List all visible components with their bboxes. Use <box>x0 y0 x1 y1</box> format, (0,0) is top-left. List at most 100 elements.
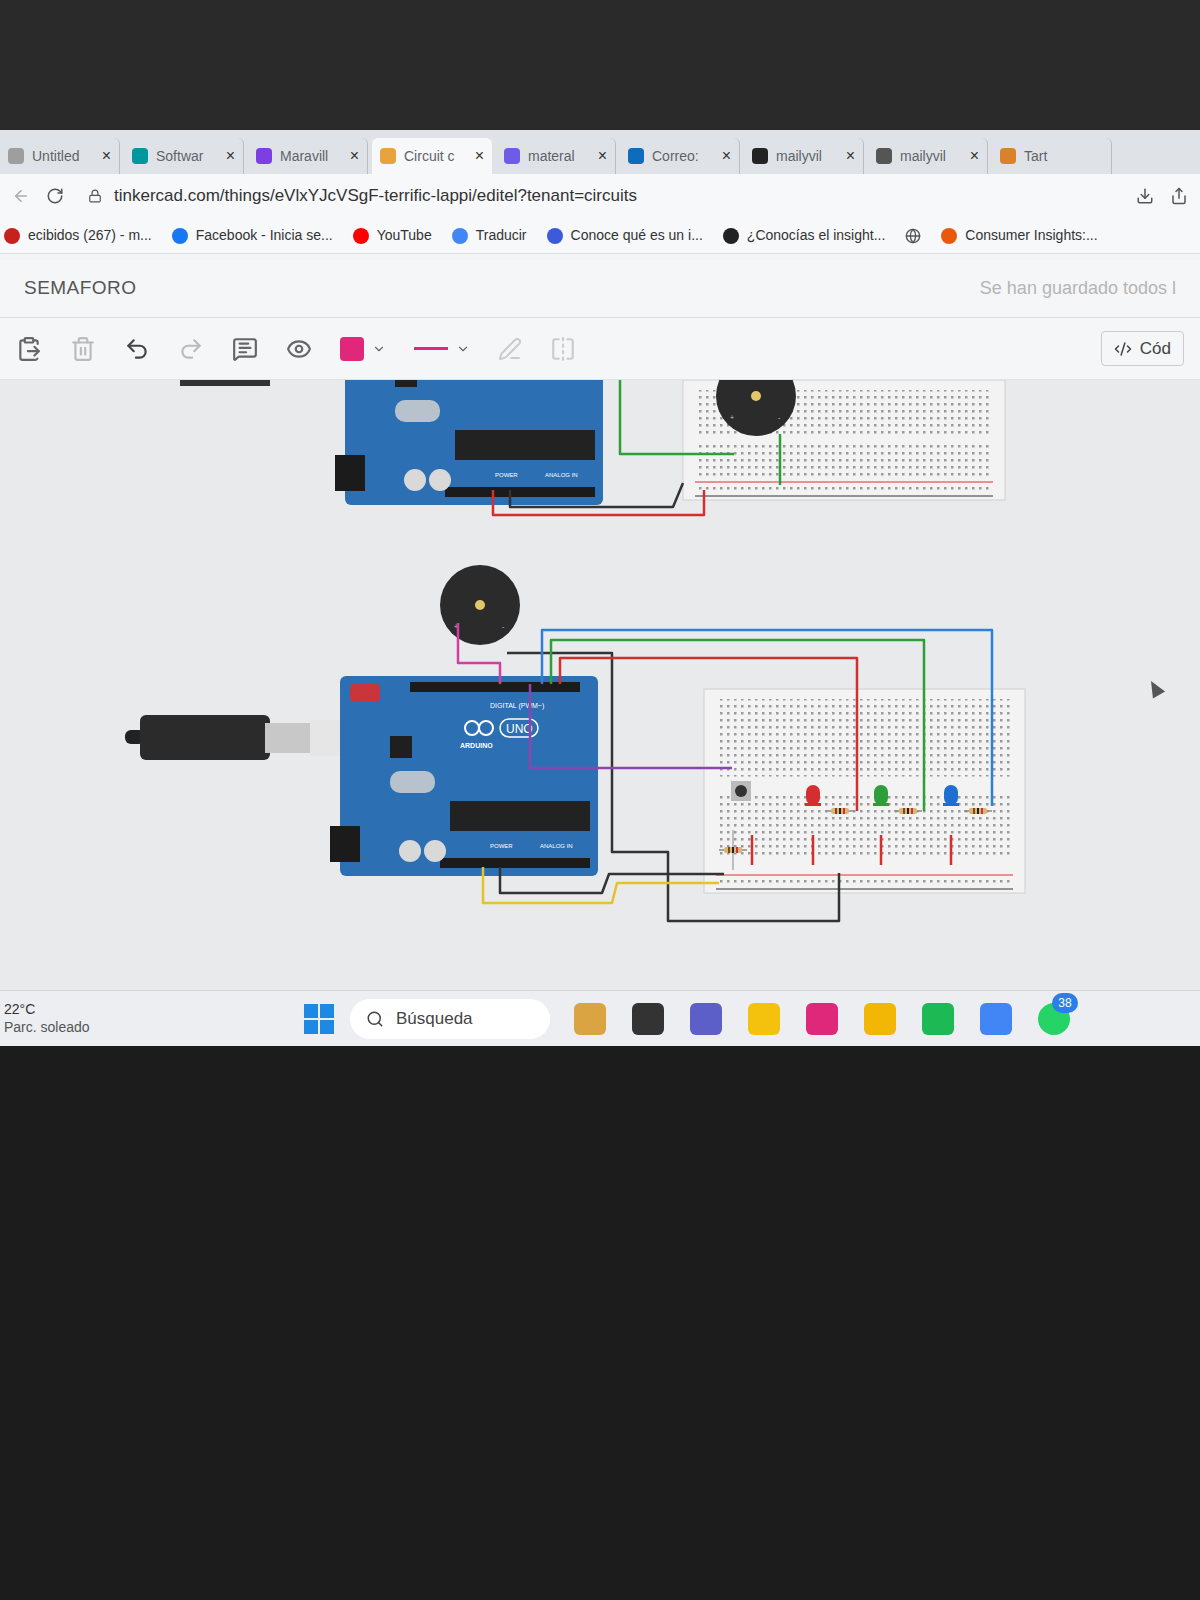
code-button[interactable]: Cód <box>1101 331 1184 367</box>
windows-start-icon[interactable] <box>304 1004 334 1034</box>
analog-label: ANALOG IN <box>540 843 573 849</box>
color-swatch <box>340 337 364 361</box>
tab-favicon-icon <box>628 148 644 164</box>
bookmark-icon <box>723 228 739 244</box>
tab-close[interactable]: × <box>838 144 855 168</box>
bookmark[interactable]: Conoce qué es un i... <box>547 225 703 246</box>
tab-label: mailyvil <box>776 146 822 167</box>
bookmark[interactable]: YouTube <box>353 225 432 246</box>
bookmark[interactable]: Traducir <box>452 225 527 246</box>
browser-tab[interactable]: Maravill× <box>248 138 368 174</box>
browser-tab[interactable]: Circuit c× <box>372 138 492 174</box>
back-icon[interactable] <box>12 187 30 205</box>
code-icon <box>1114 340 1132 358</box>
tab-close[interactable]: × <box>218 144 235 168</box>
bookmark[interactable]: Facebook - Inicia se... <box>172 225 333 246</box>
tab-strip: Untitled×Softwar×Maravill×Circuit c×mate… <box>0 130 1200 174</box>
tab-favicon-icon <box>132 148 148 164</box>
tab-favicon-icon <box>876 148 892 164</box>
wire[interactable] <box>483 867 719 903</box>
bookmark-icon <box>452 228 468 244</box>
wire[interactable] <box>530 684 732 768</box>
url-field[interactable]: tinkercad.com/things/eVlxYJcVSgF-terrifi… <box>80 183 1120 209</box>
wire[interactable] <box>507 653 839 921</box>
bookmark-icon <box>941 228 957 244</box>
led[interactable] <box>943 785 959 865</box>
note-icon[interactable] <box>232 336 258 362</box>
undo-icon[interactable] <box>124 336 150 362</box>
power-label: POWER <box>495 472 518 478</box>
browser-tab[interactable]: Correo:× <box>620 138 740 174</box>
bookmark[interactable]: ¿Conocías el insight... <box>723 225 886 246</box>
wire[interactable] <box>510 483 683 507</box>
piezo-buzzer[interactable]: +- <box>440 565 520 645</box>
tab-close[interactable]: × <box>962 144 979 168</box>
app-icon[interactable] <box>806 1003 838 1035</box>
browser-tab[interactable]: Untitled × <box>0 138 120 174</box>
resistor[interactable] <box>719 847 747 853</box>
design-title[interactable]: SEMAFORO <box>24 274 137 303</box>
browser-tab[interactable]: Softwar× <box>124 138 244 174</box>
trash-icon[interactable] <box>70 336 96 362</box>
app-icon[interactable] <box>574 1003 606 1035</box>
circuit-canvas[interactable]: POWERANALOG IN+-DIGITAL (PWM~)UNOARDUINO… <box>0 380 1200 990</box>
globe-icon[interactable] <box>905 228 921 244</box>
laptop-keyboard <box>0 1046 1200 1600</box>
fill-color-picker[interactable] <box>340 337 386 361</box>
wire[interactable] <box>620 380 734 454</box>
push-button[interactable] <box>731 781 751 801</box>
share-icon[interactable] <box>1170 187 1188 205</box>
wire[interactable] <box>458 623 500 684</box>
led[interactable] <box>805 785 821 865</box>
rotate-icon[interactable] <box>498 337 522 361</box>
led[interactable] <box>873 785 889 865</box>
reload-icon[interactable] <box>46 187 64 205</box>
tab-close[interactable]: × <box>342 144 359 168</box>
app-icon[interactable] <box>690 1003 722 1035</box>
flip-icon[interactable] <box>550 336 576 362</box>
resistor[interactable] <box>894 808 922 814</box>
piezo-buzzer[interactable]: +- <box>716 380 796 436</box>
svg-text:ARDUINO: ARDUINO <box>460 742 493 749</box>
wire[interactable] <box>500 867 724 893</box>
line-style-picker[interactable] <box>414 342 470 356</box>
resistor[interactable] <box>964 808 992 814</box>
app-icon[interactable] <box>922 1003 954 1035</box>
analog-label: ANALOG IN <box>545 472 578 478</box>
taskbar-search[interactable]: Búsqueda <box>350 999 550 1039</box>
browser-tab[interactable]: mailyvil × <box>744 138 864 174</box>
paste-icon[interactable] <box>16 336 42 362</box>
bookmark[interactable]: Consumer Insights:... <box>941 225 1097 246</box>
tab-close[interactable]: × <box>590 144 607 168</box>
breadboard[interactable] <box>704 689 1025 893</box>
line-swatch <box>414 347 448 350</box>
arduino-board[interactable]: POWER ANALOG IN <box>335 380 603 505</box>
wire[interactable] <box>779 434 782 485</box>
arduino-board[interactable]: DIGITAL (PWM~)UNOARDUINOPOWERANALOG IN <box>330 676 598 876</box>
whatsapp-app[interactable]: 38 <box>1038 1003 1070 1035</box>
app-icon[interactable] <box>748 1003 780 1035</box>
tab-close[interactable]: × <box>94 144 111 168</box>
tab-label: Untitled <box>32 146 79 167</box>
app-icon[interactable] <box>980 1003 1012 1035</box>
usb-cable[interactable] <box>125 715 345 760</box>
visibility-icon[interactable] <box>286 336 312 362</box>
app-icon[interactable] <box>864 1003 896 1035</box>
resistor[interactable] <box>826 808 854 814</box>
browser-tab[interactable]: Tart <box>992 138 1112 174</box>
wire[interactable] <box>560 658 857 811</box>
svg-text:-: - <box>502 623 505 630</box>
taskbar-apps: 38 <box>574 1003 1070 1035</box>
app-icon[interactable] <box>632 1003 664 1035</box>
install-icon[interactable] <box>1136 187 1154 205</box>
bookmark[interactable]: ecibidos (267) - m... <box>4 225 152 246</box>
wire[interactable] <box>551 640 924 811</box>
wire[interactable] <box>493 490 704 515</box>
weather-widget[interactable]: 22°CParc. soleado <box>4 1001 304 1036</box>
browser-tab[interactable]: mailyvil× <box>868 138 988 174</box>
browser-tab[interactable]: materal× <box>496 138 616 174</box>
redo-icon[interactable] <box>178 336 204 362</box>
svg-text:UNO: UNO <box>506 722 533 736</box>
tab-close[interactable]: × <box>467 144 484 168</box>
tab-close[interactable]: × <box>714 144 731 168</box>
